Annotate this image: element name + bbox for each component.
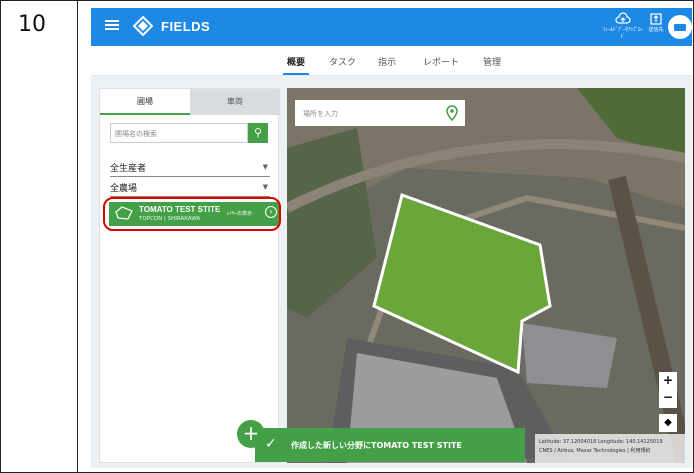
step-number: 10 bbox=[18, 12, 46, 37]
zoom-control: + − bbox=[659, 372, 677, 408]
coordinates-readout: Latitude: 37.12004018 Longitude: 140.141… bbox=[539, 439, 663, 445]
search-icon[interactable]: ⚲ bbox=[248, 123, 268, 143]
tab-fields[interactable]: 圃場 bbox=[100, 89, 190, 115]
location-search-input[interactable]: 場所を入力 bbox=[295, 100, 465, 126]
map-attribution: Latitude: 37.12004018 Longitude: 140.141… bbox=[535, 434, 685, 463]
step-column: 10 bbox=[0, 0, 78, 473]
snackbar-message: 作成した新しい分野にTOMATO TEST STITE bbox=[291, 441, 462, 450]
tab-instructions[interactable]: 指示 bbox=[378, 55, 396, 68]
grower-select[interactable]: 全生産者 ▼ bbox=[110, 159, 270, 177]
highlight-annotation bbox=[103, 197, 281, 231]
nav-tabs: 概要 タスク 指示 レポート 管理 bbox=[91, 46, 692, 76]
top-app-bar: FIELDS ﾌｨｰﾙﾄﾞﾃﾞｰﾀｱｯﾌﾟﾛｰﾄﾞ 送信先 bbox=[91, 8, 692, 46]
satellite-map[interactable]: 場所を入力 + − ◆ Latitude: 37.12004018 Longit… bbox=[287, 88, 685, 463]
layers-icon[interactable]: ◆ bbox=[659, 414, 677, 432]
user-avatar-icon[interactable] bbox=[668, 15, 692, 39]
map-imagery bbox=[287, 88, 685, 463]
snackbar: ✓ 作成した新しい分野にTOMATO TEST STITE bbox=[255, 428, 525, 462]
cloud-upload-icon bbox=[615, 12, 631, 24]
tab-admin[interactable]: 管理 bbox=[483, 55, 501, 68]
attribution-text[interactable]: CNES / Airbus, Maxar Technologies | 利用規約 bbox=[539, 447, 681, 456]
chevron-down-icon: ▼ bbox=[262, 183, 268, 191]
check-icon: ✓ bbox=[265, 436, 277, 452]
menu-icon[interactable] bbox=[105, 18, 119, 32]
grower-select-value: 全生産者 bbox=[110, 164, 147, 174]
zoom-out-button[interactable]: − bbox=[659, 389, 677, 406]
app-title: FIELDS bbox=[161, 19, 211, 34]
zoom-in-button[interactable]: + bbox=[659, 372, 677, 389]
chevron-down-icon: ▼ bbox=[262, 163, 268, 171]
farm-select[interactable]: 全農場 ▼ bbox=[110, 179, 270, 197]
tab-tasks[interactable]: タスク bbox=[329, 55, 356, 68]
field-list-panel: 圃場 車両 圃場名の検索 ⚲ 全生産者 ▼ 全農場 ▼ TOMATO TEST … bbox=[99, 88, 281, 463]
logo-icon bbox=[133, 16, 153, 36]
field-search-input[interactable]: 圃場名の検索 bbox=[110, 123, 248, 143]
location-pin-icon[interactable] bbox=[445, 105, 459, 121]
app-screenshot: FIELDS ﾌｨｰﾙﾄﾞﾃﾞｰﾀｱｯﾌﾟﾛｰﾄﾞ 送信先 概要 タスク 指示 … bbox=[91, 8, 692, 468]
upload-box-icon bbox=[650, 13, 662, 25]
tab-reports[interactable]: レポート bbox=[423, 55, 459, 68]
location-search-placeholder: 場所を入力 bbox=[303, 110, 338, 118]
add-field-button[interactable]: + bbox=[237, 420, 265, 448]
tab-overview[interactable]: 概要 bbox=[282, 55, 310, 75]
farm-select-value: 全農場 bbox=[110, 184, 138, 194]
tab-vehicles[interactable]: 車両 bbox=[190, 89, 280, 115]
